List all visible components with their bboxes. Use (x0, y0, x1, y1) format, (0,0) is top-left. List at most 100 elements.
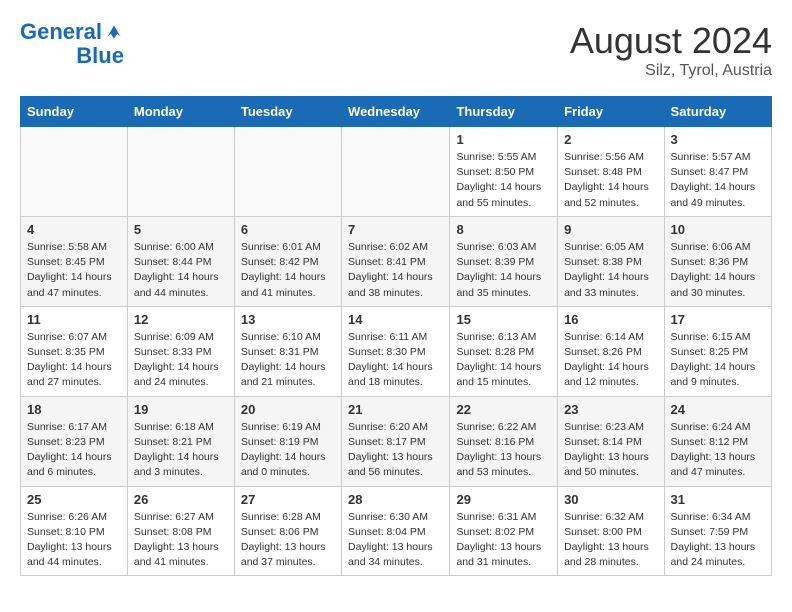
day-number: 6 (241, 222, 335, 237)
calendar-day-cell: 15 Sunrise: 6:13 AM Sunset: 8:28 PM Dayli… (450, 306, 558, 396)
day-number: 21 (348, 402, 443, 417)
calendar-day-cell: 10Sunrise: 6:06 AM Sunset: 8:36 PM Dayli… (664, 216, 771, 306)
day-info: Sunrise: 6:20 AM Sunset: 8:17 PM Dayligh… (348, 420, 443, 481)
day-number: 29 (456, 492, 551, 507)
day-info: Sunrise: 6:13 AM Sunset: 8:28 PM Dayligh… (456, 330, 551, 391)
day-number: 17 (671, 312, 765, 327)
day-info: Sunrise: 6:30 AM Sunset: 8:04 PM Dayligh… (348, 510, 443, 571)
day-info: Sunrise: 6:14 AM Sunset: 8:26 PM Dayligh… (564, 330, 657, 391)
day-info: Sunrise: 6:23 AM Sunset: 8:14 PM Dayligh… (564, 420, 657, 481)
calendar-day-cell: 29 Sunrise: 6:31 AM Sunset: 8:02 PM Dayli… (450, 486, 558, 576)
weekday-header-monday: Monday (127, 97, 234, 127)
day-info: Sunrise: 6:22 AM Sunset: 8:16 PM Dayligh… (456, 420, 551, 481)
day-number: 25 (27, 492, 121, 507)
day-number: 2 (564, 132, 657, 147)
day-number: 22 (456, 402, 551, 417)
day-info: Sunrise: 5:58 AM Sunset: 8:45 PM Dayligh… (27, 240, 121, 301)
day-info: Sunrise: 6:24 AM Sunset: 8:12 PM Dayligh… (671, 420, 765, 481)
calendar-day-cell: 17 Sunrise: 6:15 AM Sunset: 8:25 PM Dayli… (664, 306, 771, 396)
calendar-day-cell: 27 Sunrise: 6:28 AM Sunset: 8:06 PM Dayli… (234, 486, 341, 576)
day-number: 9 (564, 222, 657, 237)
day-info: Sunrise: 6:31 AM Sunset: 8:02 PM Dayligh… (456, 510, 551, 571)
day-number: 28 (348, 492, 443, 507)
weekday-header-saturday: Saturday (664, 97, 771, 127)
calendar-day-cell: 28 Sunrise: 6:30 AM Sunset: 8:04 PM Dayli… (342, 486, 450, 576)
day-info: Sunrise: 6:03 AM Sunset: 8:39 PM Dayligh… (456, 240, 551, 301)
day-info: Sunrise: 5:56 AM Sunset: 8:48 PM Dayligh… (564, 150, 657, 211)
calendar-week-row: 25 Sunrise: 6:26 AM Sunset: 8:10 PM Dayli… (21, 486, 772, 576)
day-info: Sunrise: 6:02 AM Sunset: 8:41 PM Dayligh… (348, 240, 443, 301)
logo-text: General (20, 20, 102, 44)
calendar-day-cell: 7Sunrise: 6:02 AM Sunset: 8:41 PM Daylig… (342, 216, 450, 306)
day-number: 14 (348, 312, 443, 327)
weekday-header-sunday: Sunday (21, 97, 128, 127)
calendar-day-cell: 6 Sunrise: 6:01 AM Sunset: 8:42 PM Daylig… (234, 216, 341, 306)
month-title: August 2024 (570, 20, 772, 62)
day-info: Sunrise: 6:07 AM Sunset: 8:35 PM Dayligh… (27, 330, 121, 391)
calendar-day-cell: 14 Sunrise: 6:11 AM Sunset: 8:30 PM Dayli… (342, 306, 450, 396)
day-number: 18 (27, 402, 121, 417)
day-info: Sunrise: 6:34 AM Sunset: 7:59 PM Dayligh… (671, 510, 765, 571)
day-info: Sunrise: 5:57 AM Sunset: 8:47 PM Dayligh… (671, 150, 765, 211)
calendar-day-cell: 25 Sunrise: 6:26 AM Sunset: 8:10 PM Dayli… (21, 486, 128, 576)
calendar-week-row: 4 Sunrise: 5:58 AM Sunset: 8:45 PM Daylig… (21, 216, 772, 306)
day-info: Sunrise: 6:19 AM Sunset: 8:19 PM Dayligh… (241, 420, 335, 481)
calendar-day-cell: 5 Sunrise: 6:00 AM Sunset: 8:44 PM Daylig… (127, 216, 234, 306)
calendar-day-cell: 23 Sunrise: 6:23 AM Sunset: 8:14 PM Dayli… (558, 396, 664, 486)
weekday-header-friday: Friday (558, 97, 664, 127)
day-number: 10 (671, 222, 765, 237)
day-info: Sunrise: 6:00 AM Sunset: 8:44 PM Dayligh… (134, 240, 228, 301)
logo: General Blue (20, 20, 124, 68)
calendar-day-cell: 22 Sunrise: 6:22 AM Sunset: 8:16 PM Dayli… (450, 396, 558, 486)
calendar-day-cell (234, 127, 341, 217)
day-number: 31 (671, 492, 765, 507)
day-info: Sunrise: 6:27 AM Sunset: 8:08 PM Dayligh… (134, 510, 228, 571)
calendar-week-row: 18 Sunrise: 6:17 AM Sunset: 8:23 PM Dayli… (21, 396, 772, 486)
day-info: Sunrise: 6:01 AM Sunset: 8:42 PM Dayligh… (241, 240, 335, 301)
calendar-day-cell: 4 Sunrise: 5:58 AM Sunset: 8:45 PM Daylig… (21, 216, 128, 306)
day-number: 13 (241, 312, 335, 327)
calendar-day-cell: 18 Sunrise: 6:17 AM Sunset: 8:23 PM Dayli… (21, 396, 128, 486)
calendar-day-cell: 24 Sunrise: 6:24 AM Sunset: 8:12 PM Dayli… (664, 396, 771, 486)
logo-blue-text: Blue (76, 44, 124, 68)
day-number: 8 (456, 222, 551, 237)
day-number: 20 (241, 402, 335, 417)
calendar-day-cell: 26 Sunrise: 6:27 AM Sunset: 8:08 PM Dayli… (127, 486, 234, 576)
day-number: 27 (241, 492, 335, 507)
calendar-day-cell: 9 Sunrise: 6:05 AM Sunset: 8:38 PM Daylig… (558, 216, 664, 306)
day-info: Sunrise: 6:32 AM Sunset: 8:00 PM Dayligh… (564, 510, 657, 571)
day-number: 1 (456, 132, 551, 147)
logo-icon (104, 22, 124, 42)
calendar-week-row: 1 Sunrise: 5:55 AM Sunset: 8:50 PM Daylig… (21, 127, 772, 217)
day-number: 23 (564, 402, 657, 417)
day-info: Sunrise: 6:26 AM Sunset: 8:10 PM Dayligh… (27, 510, 121, 571)
calendar-table: SundayMondayTuesdayWednesdayThursdayFrid… (20, 96, 772, 576)
calendar-day-cell: 3Sunrise: 5:57 AM Sunset: 8:47 PM Daylig… (664, 127, 771, 217)
day-info: Sunrise: 5:55 AM Sunset: 8:50 PM Dayligh… (456, 150, 551, 211)
day-number: 15 (456, 312, 551, 327)
day-info: Sunrise: 6:15 AM Sunset: 8:25 PM Dayligh… (671, 330, 765, 391)
day-number: 26 (134, 492, 228, 507)
day-number: 11 (27, 312, 121, 327)
calendar-day-cell: 21 Sunrise: 6:20 AM Sunset: 8:17 PM Dayli… (342, 396, 450, 486)
calendar-day-cell (342, 127, 450, 217)
day-info: Sunrise: 6:11 AM Sunset: 8:30 PM Dayligh… (348, 330, 443, 391)
calendar-week-row: 11 Sunrise: 6:07 AM Sunset: 8:35 PM Dayli… (21, 306, 772, 396)
calendar-day-cell: 19Sunrise: 6:18 AM Sunset: 8:21 PM Dayli… (127, 396, 234, 486)
calendar-day-cell: 1 Sunrise: 5:55 AM Sunset: 8:50 PM Daylig… (450, 127, 558, 217)
day-number: 12 (134, 312, 228, 327)
day-number: 5 (134, 222, 228, 237)
day-info: Sunrise: 6:28 AM Sunset: 8:06 PM Dayligh… (241, 510, 335, 571)
day-number: 19 (134, 402, 228, 417)
day-number: 24 (671, 402, 765, 417)
weekday-header-row: SundayMondayTuesdayWednesdayThursdayFrid… (21, 97, 772, 127)
calendar-day-cell: 13Sunrise: 6:10 AM Sunset: 8:31 PM Dayli… (234, 306, 341, 396)
day-info: Sunrise: 6:05 AM Sunset: 8:38 PM Dayligh… (564, 240, 657, 301)
day-number: 30 (564, 492, 657, 507)
calendar-day-cell: 31 Sunrise: 6:34 AM Sunset: 7:59 PM Dayli… (664, 486, 771, 576)
weekday-header-wednesday: Wednesday (342, 97, 450, 127)
day-info: Sunrise: 6:17 AM Sunset: 8:23 PM Dayligh… (27, 420, 121, 481)
page-header: General Blue August 2024 Silz, Tyrol, Au… (20, 20, 772, 80)
day-number: 4 (27, 222, 121, 237)
day-info: Sunrise: 6:09 AM Sunset: 8:33 PM Dayligh… (134, 330, 228, 391)
